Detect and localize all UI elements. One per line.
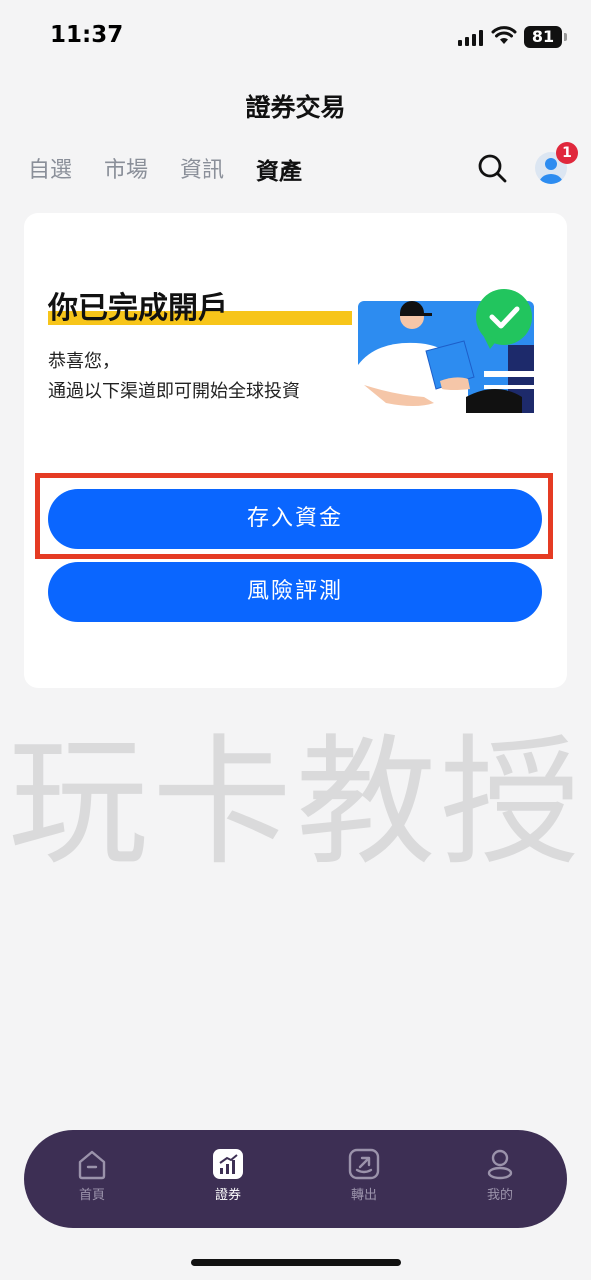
home-indicator bbox=[191, 1259, 401, 1266]
watermark-text: 玩卡教授 bbox=[8, 722, 585, 885]
success-illustration bbox=[358, 289, 534, 413]
battery-icon: 81 bbox=[524, 26, 567, 48]
card-description: 恭喜您， 通過以下渠道即可開始全球投資 bbox=[48, 347, 300, 407]
card-title: 你已完成開戶 bbox=[48, 291, 228, 326]
home-icon bbox=[78, 1150, 106, 1180]
status-bar: 11:37 81 bbox=[0, 0, 591, 72]
tabbar-item-home[interactable]: 首頁 bbox=[52, 1148, 132, 1203]
notification-badge: 1 bbox=[556, 142, 578, 164]
tab-news[interactable]: 資訊 bbox=[180, 152, 224, 186]
tabbar-label-transfer-out: 轉出 bbox=[350, 1188, 377, 1203]
risk-assessment-button[interactable]: 風險評測 bbox=[48, 562, 542, 622]
card-desc-line2: 通過以下渠道即可開始全球投資 bbox=[48, 381, 300, 402]
tabbar-label-profile: 我的 bbox=[486, 1188, 513, 1203]
tab-watchlist[interactable]: 自選 bbox=[28, 152, 72, 186]
search-icon[interactable] bbox=[476, 152, 508, 184]
card-desc-line1: 恭喜您， bbox=[48, 351, 120, 372]
tabbar-label-home: 首頁 bbox=[78, 1188, 105, 1203]
bottom-tabbar: 首頁 證券 轉出 我的 bbox=[24, 1130, 567, 1228]
tabbar-item-profile[interactable]: 我的 bbox=[460, 1148, 540, 1203]
securities-icon bbox=[213, 1149, 243, 1179]
tabbar-item-transfer-out[interactable]: 轉出 bbox=[324, 1148, 404, 1203]
tabbar-label-securities: 證券 bbox=[214, 1188, 241, 1203]
card-title-wrap: 你已完成開戶 bbox=[48, 283, 352, 329]
status-time: 11:37 bbox=[50, 22, 124, 48]
tabbar-item-securities[interactable]: 證券 bbox=[188, 1148, 268, 1203]
deposit-funds-button[interactable]: 存入資金 bbox=[48, 489, 542, 549]
profile-icon bbox=[487, 1149, 513, 1180]
signal-icon bbox=[458, 30, 483, 46]
transfer-out-icon bbox=[348, 1148, 380, 1180]
wifi-icon bbox=[491, 26, 517, 44]
page-title: 證券交易 bbox=[245, 93, 346, 122]
tab-assets[interactable]: 資產 bbox=[256, 152, 302, 186]
account-opened-card: 你已完成開戶 恭喜您， 通過以下渠道即可開始全球投資 存入資金 風險評測 bbox=[24, 213, 567, 688]
tab-market[interactable]: 市場 bbox=[104, 152, 148, 186]
top-tabs: 自選 市場 資訊 資產 bbox=[28, 152, 334, 186]
